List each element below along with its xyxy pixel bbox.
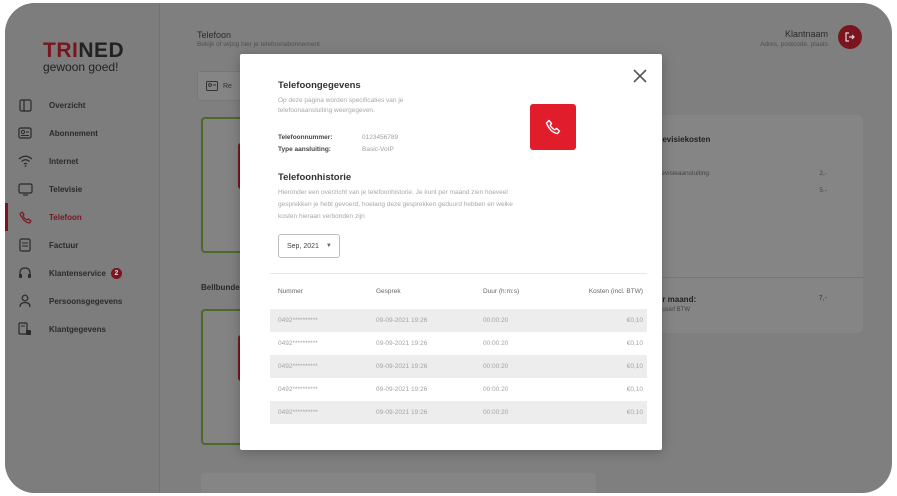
- sidebar-item-abonnement[interactable]: Abonnement: [5, 119, 160, 147]
- cell-cost: €0,10: [626, 340, 643, 347]
- cell-call: 09-09-2021 19:26: [376, 409, 428, 416]
- cell-duration: 00:00:20: [483, 386, 509, 393]
- phone-number-value: 0123456789: [362, 134, 399, 141]
- month-select-value: Sep, 2021: [287, 242, 319, 250]
- sidebar-item-label: Overzicht: [49, 100, 86, 110]
- table-row: 0492********** 09-09-2021 19:26 00:00:20…: [270, 378, 647, 401]
- sidebar-item-label: Klantenservice: [49, 268, 106, 278]
- cell-number: 0492**********: [278, 409, 318, 416]
- sidebar-item-overzicht[interactable]: Overzicht: [5, 91, 160, 119]
- table-row: 0492********** 09-09-2021 19:26 00:00:20…: [270, 309, 647, 332]
- logo-tagline: gewoon goed!: [43, 60, 119, 74]
- history-description: Hieronder een overzicht van je telefoonh…: [278, 189, 513, 220]
- app-frame: TRINED gewoon goed! Overzicht Abonnement: [5, 3, 892, 493]
- sidebar-nav: Overzicht Abonnement Internet Televisie: [5, 91, 160, 343]
- column-header-duration: Duur (h:m:s): [483, 288, 520, 295]
- id-card-icon: [17, 126, 33, 140]
- history-title: Telefoonhistorie: [278, 172, 352, 183]
- user-name: Klantnaam: [784, 29, 828, 39]
- column-header-call: Gesprek: [376, 288, 401, 295]
- id-card-icon: [206, 81, 218, 91]
- person-icon: [17, 294, 33, 308]
- cell-duration: 00:00:20: [483, 340, 509, 347]
- sidebar-item-label: Klantgegevens: [49, 324, 106, 334]
- page-title: Telefoon: [197, 30, 232, 40]
- cell-cost: €0,10: [626, 386, 643, 393]
- sidebar-item-internet[interactable]: Internet: [5, 147, 160, 175]
- logo-text-ned: NED: [78, 39, 125, 62]
- brand-logo: TRINED gewoon goed!: [43, 40, 124, 74]
- cell-cost: €0,10: [626, 409, 643, 416]
- tab-label: Re: [223, 82, 232, 90]
- phone-number-label: Telefoonnummer:: [278, 134, 333, 141]
- section-title-bellbundel: Bellbundel: [201, 283, 242, 292]
- modal-title: Telefoongegevens: [278, 80, 361, 91]
- sidebar-item-klantgegevens[interactable]: Klantgegevens: [5, 315, 160, 343]
- cell-call: 09-09-2021 19:26: [376, 340, 428, 347]
- cell-call: 09-09-2021 19:26: [376, 317, 428, 324]
- sidebar-item-persoonsgegevens[interactable]: Persoonsgegevens: [5, 287, 160, 315]
- table-row: 0492********** 09-09-2021 19:26 00:00:20…: [270, 401, 647, 424]
- notification-badge: 2: [110, 267, 122, 279]
- customer-data-icon: [17, 322, 33, 336]
- sidebar-item-factuur[interactable]: Factuur: [5, 231, 160, 259]
- table-row: 0492********** 09-09-2021 19:26 00:00:20…: [270, 355, 647, 378]
- headset-icon: [17, 266, 33, 280]
- call-history-table: Nummer Gesprek Duur (h:m:s) Kosten (incl…: [270, 273, 647, 424]
- sidebar-item-label: Telefoon: [49, 212, 82, 222]
- sidebar-item-label: Persoonsgegevens: [49, 296, 123, 306]
- sidebar-item-klantenservice[interactable]: Klantenservice 2: [5, 259, 160, 287]
- connection-type-value: Basic-VoIP: [362, 146, 394, 153]
- logout-button[interactable]: [838, 25, 862, 49]
- cell-number: 0492**********: [278, 386, 318, 393]
- cell-number: 0492**********: [278, 363, 318, 370]
- cell-number: 0492**********: [278, 340, 318, 347]
- column-header-number: Nummer: [278, 288, 303, 295]
- sidebar-item-label: Factuur: [49, 240, 79, 250]
- costs-row-value: 2,-: [819, 170, 827, 177]
- month-select[interactable]: Sep, 2021 ▼: [278, 234, 340, 258]
- phone-details-modal: Telefoongegevens Op deze pagina worden s…: [240, 54, 662, 450]
- close-button[interactable]: [632, 68, 648, 84]
- dashboard-icon: [17, 98, 33, 112]
- wifi-icon: [17, 154, 33, 168]
- table-header: Nummer Gesprek Duur (h:m:s) Kosten (incl…: [270, 273, 647, 309]
- connection-type-label: Type aansluiting:: [278, 146, 331, 153]
- cell-call: 09-09-2021 19:26: [376, 363, 428, 370]
- chevron-down-icon: ▼: [325, 243, 332, 249]
- cell-cost: €0,10: [626, 363, 643, 370]
- cell-duration: 00:00:20: [483, 317, 509, 324]
- tv-icon: [17, 182, 33, 196]
- cell-call: 09-09-2021 19:26: [376, 386, 428, 393]
- phone-tile: [530, 104, 576, 150]
- cell-number: 0492**********: [278, 317, 318, 324]
- cell-cost: €0,10: [626, 317, 643, 324]
- logo-text-tri: TRI: [43, 39, 79, 62]
- costs-total-value: 7,-: [818, 295, 827, 302]
- user-address: Adres, postcode, plaats: [760, 41, 828, 48]
- sidebar-item-label: Abonnement: [49, 128, 98, 138]
- sidebar-item-label: Televisie: [49, 184, 83, 194]
- table-row: 0492********** 09-09-2021 19:26 00:00:20…: [270, 332, 647, 355]
- invoice-icon: [17, 238, 33, 252]
- cell-duration: 00:00:20: [483, 363, 509, 370]
- column-header-cost: Kosten (incl. BTW): [588, 288, 643, 295]
- close-icon: [633, 69, 647, 83]
- phone-icon: [17, 210, 33, 224]
- costs-row-value: 5,-: [819, 187, 827, 194]
- sidebar-item-label: Internet: [49, 156, 79, 166]
- phone-icon: [545, 119, 561, 135]
- logout-icon: [845, 32, 855, 42]
- page-subtitle: Bekijk of wijzig hier je telefoonabonnem…: [197, 41, 320, 48]
- sidebar: TRINED gewoon goed! Overzicht Abonnement: [5, 3, 160, 493]
- bottom-card: [201, 473, 596, 493]
- sidebar-item-telefoon[interactable]: Telefoon: [5, 203, 160, 231]
- modal-description: Op deze pagina worden specificaties van …: [278, 97, 404, 114]
- sidebar-item-televisie[interactable]: Televisie: [5, 175, 160, 203]
- cell-duration: 00:00:20: [483, 409, 509, 416]
